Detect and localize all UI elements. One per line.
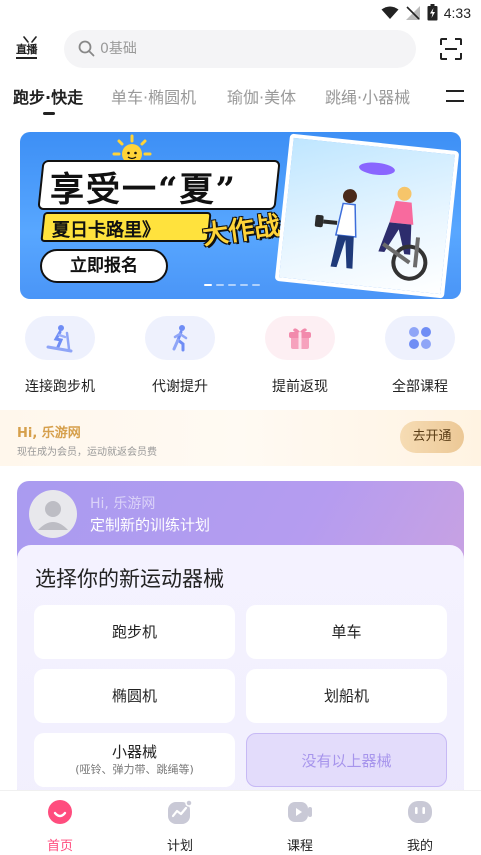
- banner-accent-text: 大作战: [200, 210, 283, 252]
- quick-label-metabolism: 代谢提升: [152, 379, 208, 395]
- home-icon: [48, 800, 72, 824]
- equipment-selector: 选择你的新运动器械 跑步机 单车 椭圆机 划船机 小器械 (哑铃、弹力带、跳绳等…: [17, 545, 464, 801]
- equipment-option-bike[interactable]: 单车: [246, 605, 447, 659]
- bottom-navigation: 首页 计划 课程 我的: [0, 790, 481, 855]
- category-tabs: 跑步·快走 单车·椭圆机 瑜伽·美体 跳绳·小器械: [0, 84, 481, 118]
- fitness-illustration: [314, 162, 428, 281]
- live-button[interactable]: 直播: [16, 36, 44, 64]
- battery-icon: [427, 4, 438, 21]
- treadmill-icon: [46, 325, 73, 353]
- avatar[interactable]: [29, 490, 77, 538]
- quick-cashback[interactable]: 提前返现: [250, 316, 350, 396]
- search-input[interactable]: [100, 30, 400, 68]
- equipment-question: 选择你的新运动器械: [35, 567, 224, 591]
- menu-icon[interactable]: [446, 88, 464, 104]
- banner-photo: [274, 133, 460, 299]
- membership-description: 现在成为会员，运动就返会员费: [17, 447, 157, 458]
- quick-label-all-courses: 全部课程: [392, 379, 448, 395]
- quick-metabolism[interactable]: 代谢提升: [130, 316, 230, 396]
- walking-person-icon: [172, 325, 188, 352]
- equipment-option-rowing[interactable]: 划船机: [246, 669, 447, 723]
- equipment-option-label: 小器械: [111, 743, 157, 761]
- equipment-option-label: 单车: [331, 623, 362, 641]
- nav-profile[interactable]: 我的: [390, 799, 450, 854]
- wifi-icon: [381, 6, 399, 19]
- search-icon: [78, 40, 95, 57]
- search-bar[interactable]: [64, 30, 416, 68]
- live-label: 直播: [16, 43, 38, 59]
- plan-title: 定制新的训练计划: [90, 516, 211, 534]
- plan-greeting: Hi, 乐游网: [90, 496, 156, 512]
- plan-icon: [168, 799, 193, 824]
- equipment-option-small-gear[interactable]: 小器械 (哑铃、弹力带、跳绳等): [34, 733, 235, 787]
- quick-connect-treadmill[interactable]: 连接跑步机: [10, 316, 110, 396]
- tab-yoga[interactable]: 瑜伽·美体: [227, 84, 296, 108]
- nav-label-home: 首页: [46, 839, 73, 854]
- equipment-option-sublabel: (哑铃、弹力带、跳绳等): [75, 763, 194, 776]
- status-bar: 4:33: [0, 0, 481, 26]
- nav-home[interactable]: 首页: [30, 799, 90, 854]
- membership-banner: Hi, 乐游网 现在成为会员，运动就返会员费 去开通: [0, 410, 481, 466]
- banner-title: 享受一“夏”: [50, 170, 238, 210]
- profile-icon: [408, 801, 432, 823]
- tab-cycling[interactable]: 单车·椭圆机: [111, 84, 196, 108]
- banner-pagination: [204, 284, 260, 286]
- status-time: 4:33: [443, 4, 471, 21]
- membership-activate-button[interactable]: 去开通: [400, 421, 464, 453]
- tab-running[interactable]: 跑步·快走: [13, 84, 83, 108]
- top-bar: 直播: [0, 30, 481, 70]
- nav-courses[interactable]: 课程: [270, 799, 330, 854]
- tab-jump-rope[interactable]: 跳绳·小器械: [325, 84, 410, 108]
- equipment-option-treadmill[interactable]: 跑步机: [34, 605, 235, 659]
- equipment-option-elliptical[interactable]: 椭圆机: [34, 669, 235, 723]
- gift-icon: [289, 328, 311, 349]
- promo-banner[interactable]: 享受一“夏” 夏日卡路里》 大作战 立即报名: [20, 132, 461, 299]
- banner-signup-button[interactable]: 立即报名: [40, 249, 168, 283]
- user-avatar-icon: [38, 501, 68, 530]
- quick-label-connect-treadmill: 连接跑步机: [25, 379, 95, 395]
- training-plan-card: Hi, 乐游网 定制新的训练计划 选择你的新运动器械 跑步机 单车 椭圆机 划船…: [17, 481, 464, 801]
- nav-label-profile: 我的: [406, 839, 433, 854]
- nav-label-plan: 计划: [166, 839, 193, 854]
- course-icon: [288, 802, 312, 822]
- equipment-option-label: 没有以上器械: [301, 752, 392, 770]
- banner-subtitle: 夏日卡路里》: [52, 220, 160, 241]
- equipment-option-label: 划船机: [323, 687, 369, 705]
- equipment-option-label: 椭圆机: [111, 687, 157, 705]
- quick-label-cashback: 提前返现: [272, 379, 328, 395]
- equipment-option-none[interactable]: 没有以上器械: [246, 733, 447, 787]
- equipment-option-label: 跑步机: [111, 623, 157, 641]
- quick-actions: 连接跑步机 代谢提升 提前返现 全部课程: [0, 316, 481, 400]
- grid-icon: [409, 327, 431, 349]
- active-tab-indicator: [43, 112, 55, 115]
- no-signal-icon: [405, 5, 420, 20]
- scan-icon[interactable]: [439, 37, 463, 61]
- quick-all-courses[interactable]: 全部课程: [370, 316, 470, 396]
- membership-title: Hi, 乐游网: [17, 426, 81, 441]
- nav-label-courses: 课程: [286, 839, 313, 854]
- nav-plan[interactable]: 计划: [150, 799, 210, 854]
